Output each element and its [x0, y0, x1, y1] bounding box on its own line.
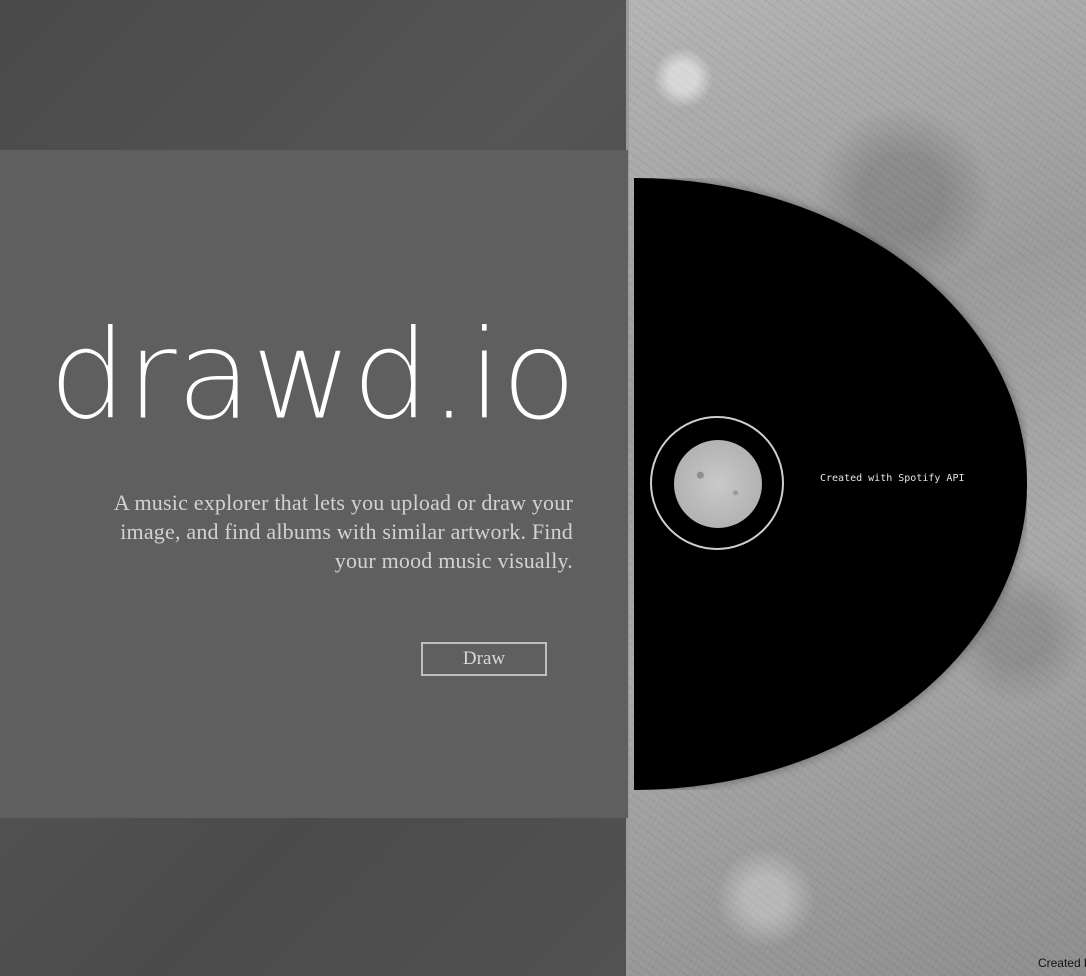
spotify-credit: Created with Spotify API [820, 473, 965, 484]
draw-button[interactable]: Draw [421, 642, 547, 676]
tagline: A music explorer that lets you upload or… [113, 490, 573, 573]
app-logo: drawd.io [48, 304, 578, 448]
disc-center-hole [674, 440, 762, 528]
hero-card: drawd.io A music explorer that lets you … [0, 150, 628, 818]
author-credit: Created by S [1037, 956, 1086, 970]
